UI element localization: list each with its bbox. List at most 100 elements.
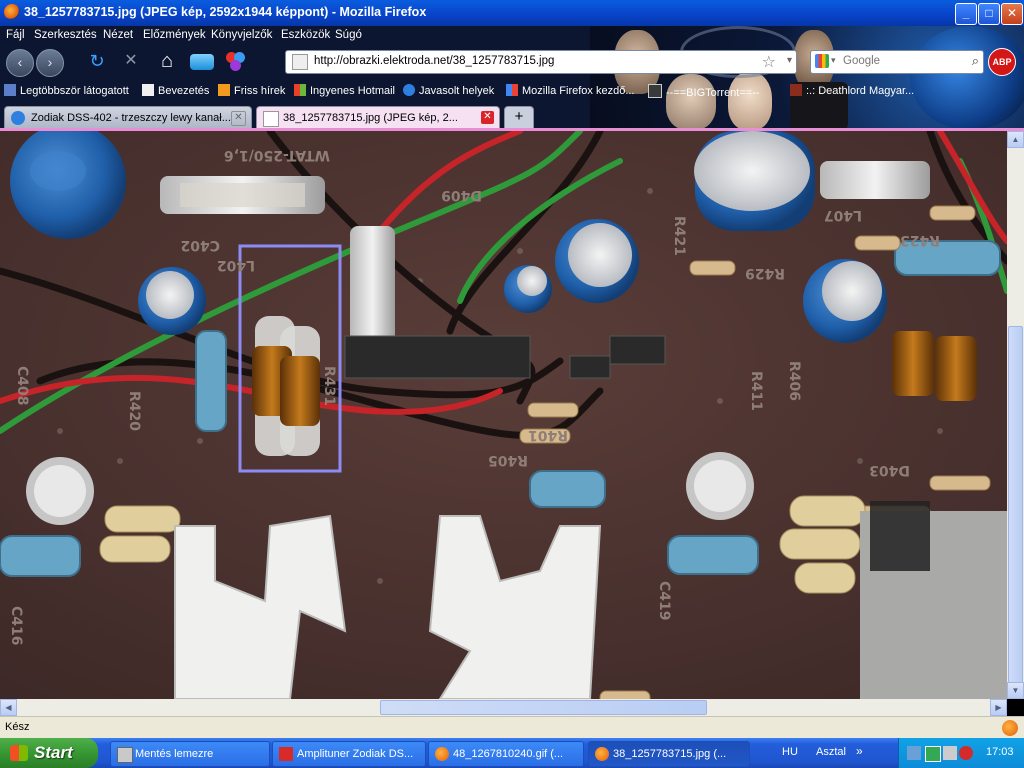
- menu-history[interactable]: Előzmények: [143, 29, 206, 41]
- pcb-label: D403: [869, 462, 910, 478]
- taskbar-item-jpg[interactable]: 38_1257783715.jpg (...: [588, 741, 750, 767]
- bookmark-firefox-start[interactable]: Mozilla Firefox kezdő...: [506, 84, 634, 97]
- tray-app-icon[interactable]: [925, 746, 941, 762]
- menu-bookmarks[interactable]: Könyvjelzők: [211, 29, 272, 41]
- search-icon[interactable]: ⌕: [972, 53, 979, 69]
- app-icon: [279, 747, 293, 761]
- pcb-label: C419: [656, 581, 672, 621]
- close-button[interactable]: ✕: [1001, 3, 1023, 25]
- bookmark-hotmail[interactable]: Ingyenes Hotmail: [294, 84, 395, 97]
- toolbar-expand-icon[interactable]: »: [856, 744, 863, 758]
- image-viewport[interactable]: C408 WTAT-250/1,6 R420 D409 C402 L402 R4…: [0, 131, 1007, 699]
- url-dropdown-icon[interactable]: ▾: [787, 55, 792, 66]
- site-icon: [790, 84, 802, 96]
- ie-icon: [11, 111, 25, 125]
- url-bar[interactable]: http://obrazki.elektroda.net/38_12577837…: [285, 50, 797, 74]
- status-text: Kész: [5, 721, 30, 733]
- pcb-label: R420: [126, 391, 142, 431]
- pcb-label: R423: [900, 232, 940, 248]
- bookmark-deathlord[interactable]: :.: Deathlord Magyar...: [790, 84, 914, 97]
- menu-view[interactable]: Nézet: [103, 29, 133, 41]
- pcb-label: WTAT-250/1,6: [224, 147, 330, 163]
- horizontal-scroll-thumb[interactable]: [380, 700, 707, 715]
- tab-bar: Zodiak DSS-402 - trzeszczy lewy kanał...…: [0, 104, 1024, 130]
- pcb-label: R429: [745, 265, 785, 281]
- bookmark-getting-started[interactable]: Bevezetés: [142, 84, 209, 97]
- menu-edit[interactable]: Szerkesztés: [34, 29, 97, 41]
- desktop-toolbar-label[interactable]: Asztal: [816, 746, 846, 758]
- page-icon: [263, 111, 279, 127]
- tray-security-icon[interactable]: [959, 746, 973, 760]
- menu-help[interactable]: Súgó: [335, 29, 362, 41]
- pcb-label: L407: [824, 207, 862, 223]
- search-placeholder: Google: [843, 55, 881, 67]
- firefox-icon: [595, 747, 609, 761]
- taskbar-item-amplituner[interactable]: Amplituner Zodiak DS...: [272, 741, 426, 767]
- pcb-label: R411: [748, 371, 764, 411]
- tray-device-icon[interactable]: [943, 746, 957, 760]
- bookmark-star-icon[interactable]: ☆: [762, 52, 776, 72]
- tab-close-icon[interactable]: ✕: [481, 111, 494, 124]
- stop-icon[interactable]: ✕: [118, 49, 144, 75]
- pcb-label: C402: [181, 237, 221, 253]
- minimize-button[interactable]: _: [955, 3, 977, 25]
- scroll-down-icon[interactable]: ▼: [1007, 682, 1024, 699]
- vertical-scroll-thumb[interactable]: [1008, 326, 1023, 683]
- pcb-label: R421: [671, 216, 687, 256]
- colors-addon-icon[interactable]: [226, 52, 248, 72]
- firefox-status-icon[interactable]: [1002, 720, 1018, 736]
- clock[interactable]: 17:03: [986, 746, 1014, 758]
- adblock-plus-icon[interactable]: ABP: [988, 48, 1016, 76]
- menu-file[interactable]: Fájl: [6, 29, 25, 41]
- new-tab-button[interactable]: +: [504, 106, 534, 129]
- maximize-button[interactable]: □: [978, 3, 1000, 25]
- windows-logo-icon: [10, 745, 28, 761]
- firefox-icon: [435, 747, 449, 761]
- tab-image[interactable]: 38_1257783715.jpg (JPEG kép, 2... ✕: [256, 106, 500, 129]
- google-icon: [506, 84, 518, 96]
- pcb-label: R405: [488, 452, 528, 468]
- scroll-up-icon[interactable]: ▲: [1007, 131, 1024, 148]
- back-button[interactable]: ‹: [6, 49, 34, 77]
- language-indicator[interactable]: HU: [782, 746, 798, 758]
- page-icon: [292, 54, 308, 70]
- tray-tools-icon[interactable]: [907, 746, 921, 760]
- pcb-label: D409: [441, 187, 482, 203]
- engine-dropdown-icon[interactable]: ▾: [831, 55, 836, 66]
- ie-icon: [403, 84, 415, 96]
- url-text[interactable]: http://obrazki.elektroda.net/38_12577837…: [314, 55, 554, 67]
- reload-icon[interactable]: ↻: [84, 49, 110, 75]
- pcb-photo: C408 WTAT-250/1,6 R420 D409 C402 L402 R4…: [0, 131, 1007, 699]
- firefox-icon: [4, 4, 20, 20]
- system-tray: 17:03: [898, 738, 1024, 768]
- bookmark-bigtorrent[interactable]: --==BIGTorrent==--: [648, 84, 760, 99]
- pcb-label: C416: [8, 606, 24, 646]
- rss-icon: [218, 84, 230, 96]
- taskbar-item-save[interactable]: Mentés lemezre: [110, 741, 270, 767]
- forward-button[interactable]: ›: [36, 49, 64, 77]
- start-button[interactable]: Start: [0, 738, 98, 768]
- title-bar: 38_1257783715.jpg (JPEG kép, 2592x1944 k…: [0, 0, 1024, 26]
- horizontal-scrollbar[interactable]: ◀ ▶: [0, 699, 1007, 716]
- search-bar[interactable]: ▾ Google ⌕: [810, 50, 984, 74]
- tab-close-icon[interactable]: ✕: [231, 111, 246, 126]
- pcb-label: R406: [786, 361, 802, 401]
- scroll-right-icon[interactable]: ▶: [990, 699, 1007, 716]
- vertical-scrollbar[interactable]: ▲ ▼: [1007, 131, 1024, 699]
- window-title: 38_1257783715.jpg (JPEG kép, 2592x1944 k…: [24, 5, 427, 19]
- sync-icon[interactable]: [190, 54, 214, 70]
- bookmark-suggested-sites[interactable]: Javasolt helyek: [403, 84, 494, 97]
- tab-zodiak[interactable]: Zodiak DSS-402 - trzeszczy lewy kanał...…: [4, 106, 252, 129]
- google-engine-icon[interactable]: [815, 54, 829, 68]
- home-icon[interactable]: ⌂: [154, 49, 180, 75]
- pcb-label: R431: [321, 366, 337, 406]
- menu-bar: Fájl Szerkesztés Nézet Előzmények Könyvj…: [0, 26, 600, 46]
- bookmark-most-visited[interactable]: Legtöbbször látogatott: [4, 84, 129, 97]
- pcb-label: R401: [528, 427, 568, 443]
- menu-tools[interactable]: Eszközök: [281, 29, 330, 41]
- bookmark-latest-headlines[interactable]: Friss hírek: [218, 84, 285, 97]
- bookmarks-toolbar: Legtöbbször látogatott Bevezetés Friss h…: [0, 80, 1024, 102]
- taskbar-item-gif[interactable]: 48_1267810240.gif (...: [428, 741, 584, 767]
- scroll-left-icon[interactable]: ◀: [0, 699, 17, 716]
- site-icon: [648, 84, 662, 98]
